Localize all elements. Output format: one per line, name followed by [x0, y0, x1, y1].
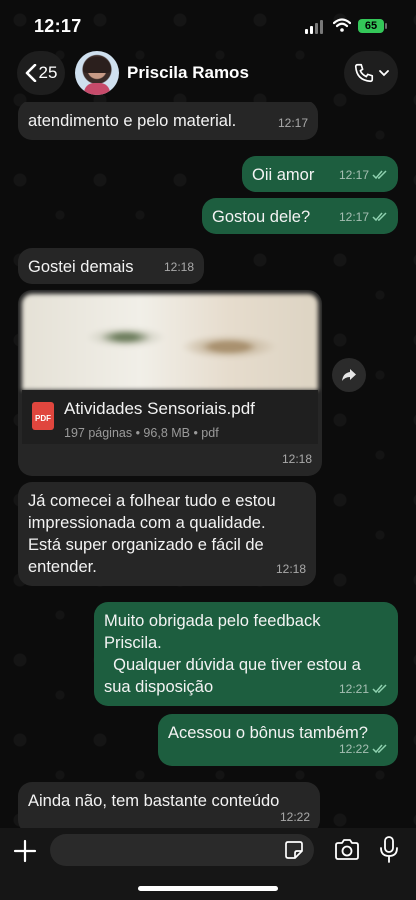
read-receipt-icon: [372, 744, 387, 754]
back-button[interactable]: 25: [17, 51, 65, 95]
phone-icon: [354, 63, 374, 83]
message-time: 12:17: [277, 116, 308, 130]
message-composer: [0, 828, 416, 900]
camera-icon[interactable]: [334, 839, 360, 861]
document-message[interactable]: PDF Atividades Sensoriais.pdf 197 página…: [18, 290, 322, 476]
wifi-icon: [333, 18, 351, 32]
message-text: atendimento e pelo material.: [28, 112, 237, 130]
message-time: 12:17: [338, 168, 369, 182]
unread-count: 25: [38, 63, 58, 82]
message-incoming[interactable]: Gostei demais 12:18: [18, 248, 204, 284]
message-time: 12:22: [338, 742, 369, 756]
message-time: 12:18: [281, 452, 312, 466]
message-time: 12:18: [163, 260, 194, 274]
contact-name[interactable]: Priscila Ramos: [127, 63, 249, 83]
message-input[interactable]: [50, 834, 314, 866]
sticker-icon[interactable]: [284, 840, 304, 860]
message-list[interactable]: atendimento e pelo material. 12:17 Oii a…: [0, 102, 416, 828]
plus-icon[interactable]: [12, 838, 38, 864]
chevron-down-icon: [379, 69, 389, 76]
signal-icon: [305, 20, 327, 34]
message-outgoing[interactable]: Acessou o bônus também? 12:22: [158, 714, 398, 766]
message-incoming[interactable]: Ainda não, tem bastante conteúdo 12:22: [18, 782, 320, 828]
message-outgoing[interactable]: Oii amor 12:17: [242, 156, 398, 192]
message-time: 12:17: [338, 210, 369, 224]
pdf-icon: PDF: [32, 402, 54, 430]
message-time: 12:22: [279, 810, 310, 824]
call-button[interactable]: [344, 51, 398, 95]
chat-header: 25 Priscila Ramos: [0, 46, 416, 102]
read-receipt-icon: [372, 684, 387, 694]
battery-icon: 65: [358, 19, 387, 33]
message-text: Já comecei a folhear tudo e estou impres…: [28, 492, 276, 576]
document-thumbnail[interactable]: [22, 294, 318, 390]
document-info[interactable]: PDF Atividades Sensoriais.pdf 197 página…: [22, 390, 318, 444]
message-outgoing[interactable]: Muito obrigada pelo feedback Priscila. Q…: [94, 602, 398, 706]
message-incoming[interactable]: atendimento e pelo material. 12:17: [18, 102, 318, 140]
message-time: 12:18: [275, 562, 306, 576]
read-receipt-icon: [372, 212, 387, 222]
contact-avatar[interactable]: [75, 51, 119, 95]
chevron-left-icon: [25, 64, 36, 82]
read-receipt-icon: [372, 170, 387, 180]
home-indicator: [138, 886, 278, 891]
message-outgoing[interactable]: Gostou dele? 12:17: [202, 198, 398, 234]
status-time: 12:17: [34, 16, 82, 36]
microphone-icon[interactable]: [379, 836, 399, 864]
message-incoming[interactable]: Já comecei a folhear tudo e estou impres…: [18, 482, 316, 586]
document-details: 197 páginas • 96,8 MB • pdf: [64, 426, 219, 440]
forward-button[interactable]: [332, 358, 366, 392]
message-text: Ainda não, tem bastante conteúdo: [28, 792, 280, 810]
document-name: Atividades Sensoriais.pdf: [64, 399, 255, 418]
forward-icon: [342, 369, 356, 381]
message-time: 12:21: [338, 682, 369, 696]
status-bar: 12:17 65: [0, 0, 416, 46]
